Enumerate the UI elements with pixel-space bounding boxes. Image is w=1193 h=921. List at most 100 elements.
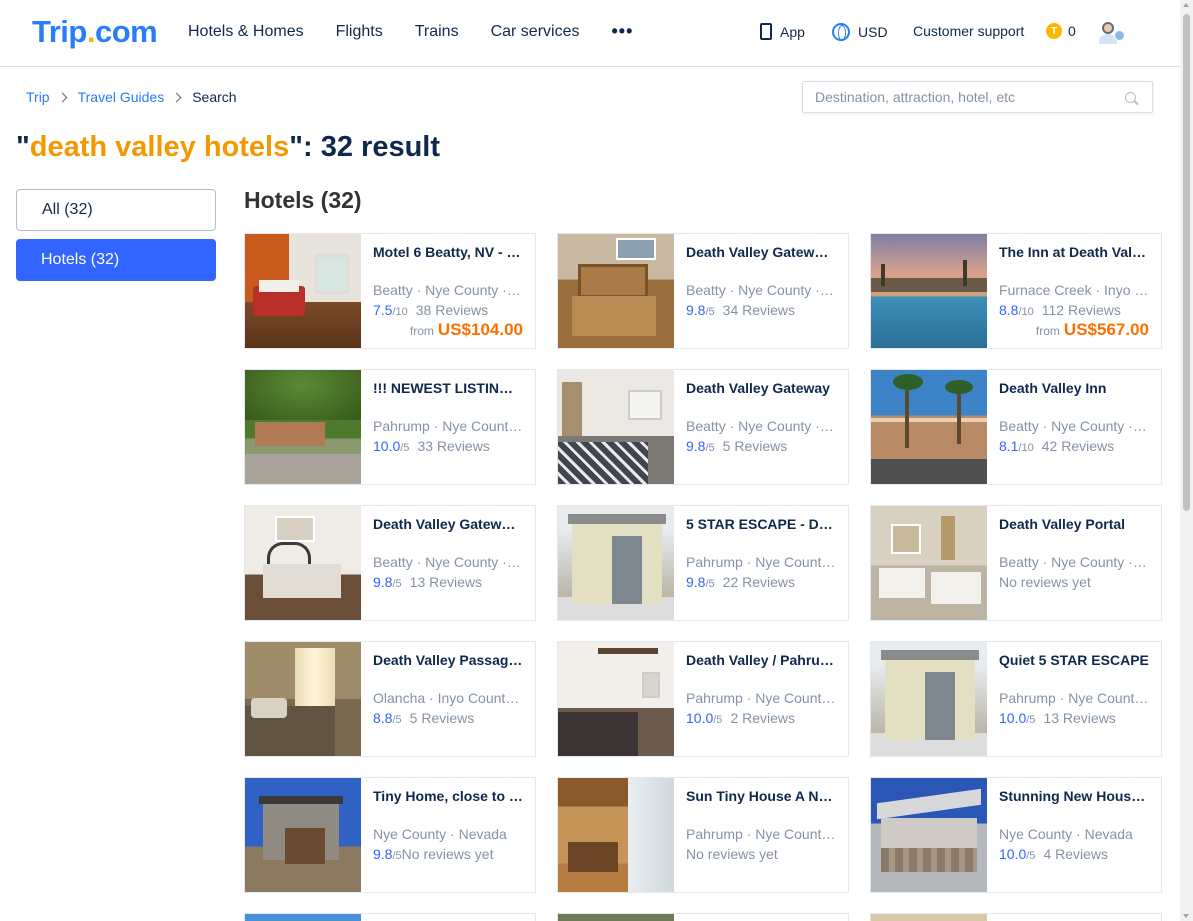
- breadcrumb: Trip Travel Guides Search: [26, 89, 237, 105]
- no-reviews-label: No reviews yet: [686, 846, 778, 862]
- hotel-card[interactable]: Motel 6 Beatty, NV - Death Valley Beatty …: [244, 233, 536, 349]
- hotel-location: Beatty · Nye County · Nevada: [999, 418, 1149, 434]
- hotel-price[interactable]: US$104.00: [438, 320, 523, 339]
- customer-support-link[interactable]: Customer support: [913, 23, 1024, 39]
- hotel-photo[interactable]: [558, 370, 674, 484]
- nav-flights[interactable]: Flights: [336, 23, 383, 42]
- hotel-card-body: Death Valley Passage Inn Olancha · Inyo C…: [361, 642, 535, 756]
- filter-hotels[interactable]: Hotels (32): [16, 239, 216, 281]
- rating-score: 8.1: [999, 438, 1019, 454]
- nav-car-services[interactable]: Car services: [491, 23, 580, 42]
- hotel-photo[interactable]: [245, 778, 361, 892]
- search-icon[interactable]: [1125, 92, 1136, 103]
- trip-logo[interactable]: Trip.com: [32, 14, 158, 50]
- coin-count: 0: [1068, 23, 1076, 39]
- hotel-card-partial[interactable]: [244, 913, 536, 921]
- hotel-card[interactable]: !!! NEWEST LISTING !!! Pahrump · Nye Coun…: [244, 369, 536, 485]
- hotel-photo[interactable]: [245, 914, 361, 921]
- hotel-name[interactable]: Death Valley Gateway Suite: [373, 516, 523, 534]
- hotel-name[interactable]: Sun Tiny House A New Stay: [686, 788, 836, 806]
- hotel-photo[interactable]: [558, 914, 674, 921]
- hotel-photo[interactable]: [558, 506, 674, 620]
- hotel-photo[interactable]: [245, 506, 361, 620]
- hotel-name[interactable]: !!! NEWEST LISTING !!!: [373, 380, 523, 398]
- review-count: 112 Reviews: [1041, 302, 1121, 318]
- search-box: [802, 81, 1153, 113]
- hotel-card[interactable]: Death Valley Gateway Beatty · Nye County …: [557, 369, 849, 485]
- hotel-card[interactable]: Death Valley Gateway Suite Beatty · Nye C…: [244, 505, 536, 621]
- hotel-card[interactable]: Death Valley Inn Beatty · Nye County · Ne…: [870, 369, 1162, 485]
- rating-scale: /5: [705, 306, 715, 318]
- hotel-card-partial[interactable]: [870, 913, 1162, 921]
- hotel-name[interactable]: Death Valley Portal: [999, 516, 1149, 534]
- hotel-name[interactable]: Stunning New House Near Death Valley: [999, 788, 1149, 806]
- hotel-photo[interactable]: [871, 778, 987, 892]
- hotel-name[interactable]: The Inn at Death Valley: [999, 244, 1149, 262]
- hotel-card[interactable]: Sun Tiny House A New Stay Pahrump · Nye C…: [557, 777, 849, 893]
- breadcrumb-trip[interactable]: Trip: [26, 89, 50, 105]
- hotel-card[interactable]: Stunning New House Near Death Valley Nye …: [870, 777, 1162, 893]
- currency-selector[interactable]: USD: [832, 23, 888, 41]
- review-count: 5 Reviews: [409, 710, 475, 726]
- hotel-rating: 8.8/5 5 Reviews: [373, 710, 523, 726]
- hotel-photo[interactable]: [558, 642, 674, 756]
- scrollbar-thumb[interactable]: [1183, 14, 1190, 511]
- hotel-card-partial[interactable]: [557, 913, 849, 921]
- hotel-card[interactable]: Death Valley Gateway Hotel Beatty · Nye C…: [557, 233, 849, 349]
- main-nav: Hotels & Homes Flights Trains Car servic…: [188, 21, 665, 42]
- hotel-photo[interactable]: [558, 234, 674, 348]
- hotel-name[interactable]: Death Valley Gateway: [686, 380, 836, 398]
- user-avatar[interactable]: [1098, 20, 1125, 44]
- hotel-photo[interactable]: [558, 778, 674, 892]
- hotel-price[interactable]: US$567.00: [1064, 320, 1149, 339]
- hotel-photo[interactable]: [245, 642, 361, 756]
- hotel-name[interactable]: Motel 6 Beatty, NV - Death Valley: [373, 244, 523, 262]
- page-scrollbar[interactable]: [1180, 0, 1193, 921]
- hotel-card-body: Sun Tiny House A New Stay Pahrump · Nye C…: [674, 778, 848, 892]
- hotel-card[interactable]: Death Valley / Pahrump Getaway Pahrump · …: [557, 641, 849, 757]
- rating-scale: /5: [400, 442, 410, 454]
- hotel-card[interactable]: Tiny Home, close to Death Valley Nye Coun…: [244, 777, 536, 893]
- rating-scale: /5: [705, 578, 715, 590]
- rating-score: 10.0: [999, 710, 1027, 726]
- hotel-card[interactable]: 5 STAR ESCAPE - DEATH VALLEY Pahrump · Ny…: [557, 505, 849, 621]
- hotel-name[interactable]: Quiet 5 STAR ESCAPE: [999, 652, 1149, 670]
- scroll-up-arrow-icon[interactable]: [1183, 3, 1189, 7]
- scroll-down-arrow-icon[interactable]: [1183, 914, 1189, 918]
- hotel-card[interactable]: Death Valley Passage Inn Olancha · Inyo C…: [244, 641, 536, 757]
- rating-scale: /10: [1018, 442, 1034, 454]
- hotel-name[interactable]: 5 STAR ESCAPE - DEATH VALLEY: [686, 516, 836, 534]
- hotel-photo[interactable]: [871, 370, 987, 484]
- hotel-photo[interactable]: [871, 914, 987, 921]
- hotel-name[interactable]: Tiny Home, close to Death Valley: [373, 788, 523, 806]
- hotel-photo[interactable]: [871, 506, 987, 620]
- hotel-photo[interactable]: [871, 642, 987, 756]
- review-count: 4 Reviews: [1043, 846, 1109, 862]
- hotel-card[interactable]: Quiet 5 STAR ESCAPE Pahrump · Nye County …: [870, 641, 1162, 757]
- trip-coins[interactable]: T 0: [1046, 23, 1076, 39]
- breadcrumb-travel-guides[interactable]: Travel Guides: [78, 89, 165, 105]
- nav-hotels-homes[interactable]: Hotels & Homes: [188, 23, 304, 42]
- rating-score: 9.8: [373, 574, 393, 590]
- filter-all[interactable]: All (32): [16, 189, 216, 231]
- hotel-photo[interactable]: [245, 234, 361, 348]
- more-menu-icon[interactable]: •••: [611, 21, 633, 42]
- hotel-name[interactable]: Death Valley Gateway Hotel: [686, 244, 836, 262]
- hotel-location: Furnace Creek · Inyo County: [999, 282, 1149, 298]
- app-download-link[interactable]: App: [760, 23, 805, 40]
- hotel-photo[interactable]: [871, 234, 987, 348]
- nav-trains[interactable]: Trains: [415, 23, 459, 42]
- hotel-card[interactable]: The Inn at Death Valley Furnace Creek · I…: [870, 233, 1162, 349]
- hotel-photo[interactable]: [245, 370, 361, 484]
- price-from-label: from: [1035, 324, 1060, 338]
- search-input[interactable]: [803, 82, 1103, 112]
- chevron-right-icon: [171, 92, 182, 102]
- hotel-rating: 9.8/5 22 Reviews: [686, 574, 836, 590]
- hotel-name[interactable]: Death Valley Passage Inn: [373, 652, 523, 670]
- rating-scale: /10: [1018, 306, 1034, 318]
- hotel-location: Nye County · Nevada: [999, 826, 1133, 842]
- hotel-name[interactable]: Death Valley Inn: [999, 380, 1149, 398]
- hotel-name[interactable]: Death Valley / Pahrump Getaway: [686, 652, 836, 670]
- hotel-card[interactable]: Death Valley Portal Beatty · Nye County ·…: [870, 505, 1162, 621]
- phone-icon: [760, 23, 772, 40]
